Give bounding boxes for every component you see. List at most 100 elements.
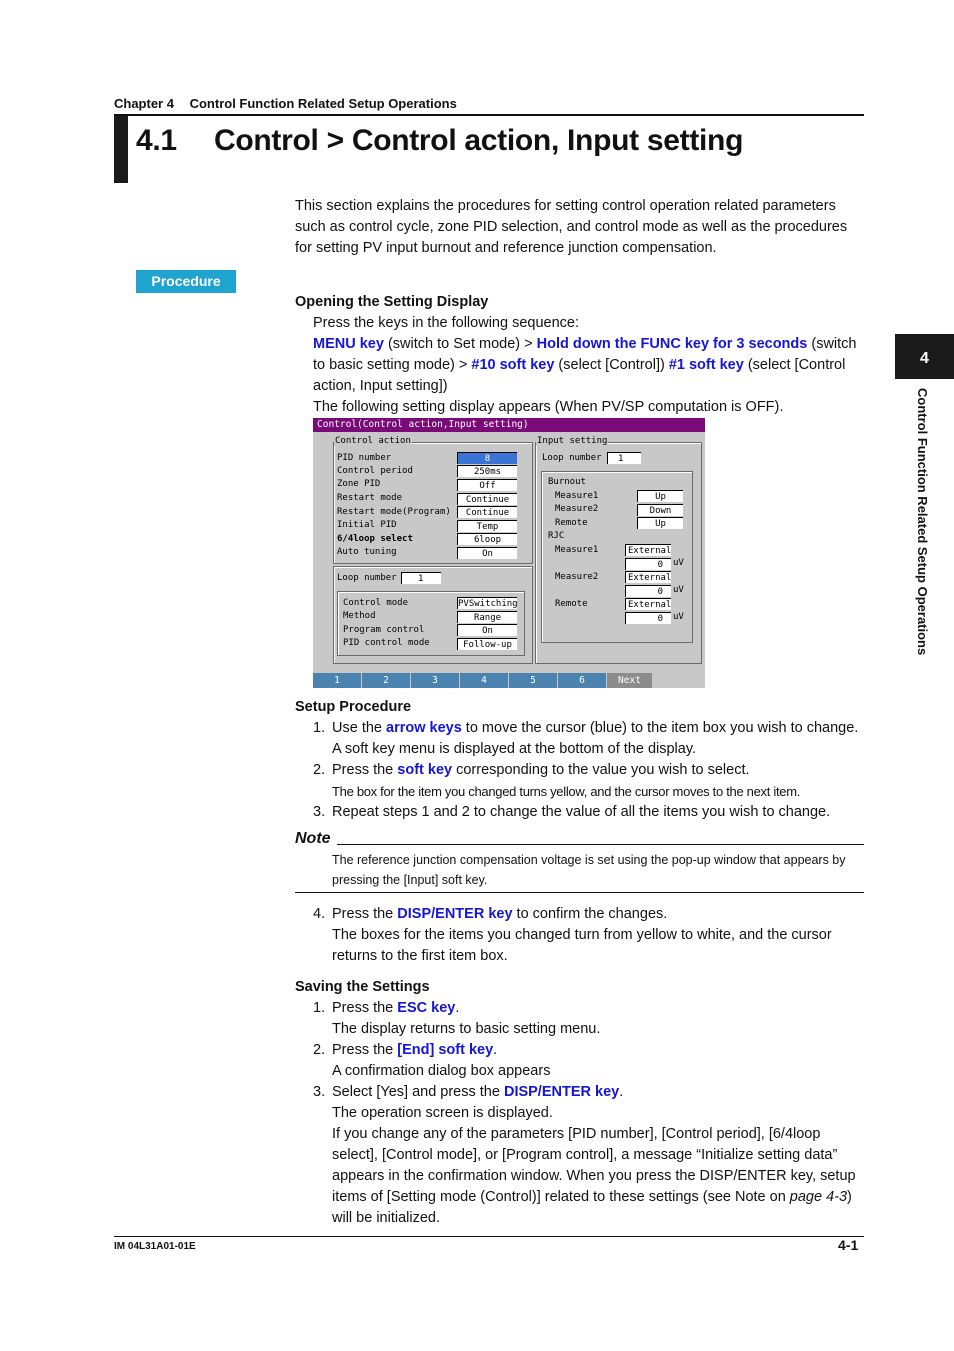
soft-key-4[interactable]: 4: [460, 673, 509, 688]
menu-key-link: MENU key: [313, 336, 384, 352]
burnout-measure1-value[interactable]: Up: [637, 490, 683, 502]
input-setting-label: Input setting: [536, 436, 609, 446]
soft-key-1[interactable]: 1: [313, 673, 362, 688]
loop-number-label: Loop number: [337, 573, 397, 583]
note-text: The reference junction compensation volt…: [332, 853, 846, 887]
program-control-label: Program control: [343, 625, 425, 635]
header-rule: [114, 114, 864, 116]
zone-pid-value[interactable]: Off: [457, 479, 517, 491]
rjc-measure1-value[interactable]: 0: [625, 558, 671, 570]
pid-control-mode-value[interactable]: Follow-up: [457, 638, 517, 650]
saving-step-3: 3. Select [Yes] and press the DISP/ENTER …: [313, 1084, 624, 1100]
procedure-badge: Procedure: [136, 270, 236, 293]
saving-step-3-sub2: If you change any of the parameters [PID…: [332, 1126, 856, 1226]
footer-rule: [114, 1236, 864, 1237]
key-sequence: MENU key (switch to Set mode) > Hold dow…: [313, 336, 857, 394]
burnout-measure1-label: Measure1: [555, 491, 599, 501]
chapter-side-text: Control Function Related Setup Operation…: [915, 388, 930, 656]
burnout-label: Burnout: [548, 477, 586, 487]
opening-line-after: The following setting display appears (W…: [313, 399, 784, 415]
opening-heading: Opening the Setting Display: [295, 294, 489, 310]
soft-key-6[interactable]: 6: [558, 673, 607, 688]
auto-tuning-value[interactable]: On: [457, 547, 517, 559]
restart-mode-program-value[interactable]: Continue: [457, 506, 517, 518]
opening-section: Opening the Setting Display Press the ke…: [295, 292, 865, 418]
rjc-measure2-unit: uV: [673, 585, 684, 595]
saving-step-1-sub: The display returns to basic setting men…: [332, 1021, 601, 1037]
setup-step-4: 4. Press the DISP/ENTER key to confirm th…: [313, 906, 668, 922]
note-bottom-rule: [295, 892, 864, 893]
pid-number-value[interactable]: 8: [457, 452, 517, 464]
step-4-block: 4. Press the DISP/ENTER key to confirm th…: [295, 904, 865, 967]
setup-step-2: 2. Press the soft key corresponding to th…: [313, 762, 750, 778]
loop-select-label: 6/4loop select: [337, 534, 413, 544]
rjc-remote-value[interactable]: 0: [625, 612, 671, 624]
auto-tuning-label: Auto tuning: [337, 547, 397, 557]
page-number: 4-1: [838, 1237, 859, 1253]
burnout-measure2-label: Measure2: [555, 504, 599, 514]
soft-key-1-link: #1 soft key: [668, 357, 744, 373]
esc-key-link: ESC key: [397, 1000, 456, 1016]
control-action-label: Control action: [334, 436, 412, 446]
initial-pid-value[interactable]: Temp: [457, 520, 517, 532]
setup-step-4-sub: The boxes for the items you changed turn…: [332, 927, 832, 964]
func-key-link: Hold down the FUNC key for 3 seconds: [536, 336, 808, 352]
control-period-value[interactable]: 250ms: [457, 465, 517, 477]
soft-key-link: soft key: [397, 762, 453, 778]
note-title: Note: [295, 830, 331, 847]
saving-section: Saving the Settings 1. Press the ESC key.…: [295, 977, 865, 1229]
page-reference-link[interactable]: page 4-3: [790, 1189, 847, 1205]
soft-key-2[interactable]: 2: [362, 673, 411, 688]
saving-step-2-sub: A confirmation dialog box appears: [332, 1063, 551, 1079]
initial-pid-label: Initial PID: [337, 520, 397, 530]
end-soft-key-link: [End] soft key: [397, 1042, 494, 1058]
soft-key-5[interactable]: 5: [509, 673, 558, 688]
zone-pid-label: Zone PID: [337, 479, 381, 489]
method-value[interactable]: Range: [457, 611, 517, 623]
section-number: 4.1: [136, 124, 177, 157]
section-title-bar: [114, 116, 128, 183]
rjc-remote-unit: uV: [673, 612, 684, 622]
pid-number-label: PID number: [337, 453, 392, 463]
soft-key-next[interactable]: Next 1/2: [607, 673, 653, 701]
chapter-title: Control Function Related Setup Operation…: [189, 96, 457, 111]
setup-heading: Setup Procedure: [295, 699, 412, 715]
restart-mode-value[interactable]: Continue: [457, 493, 517, 505]
chapter-header: Chapter 4 Control Function Related Setup…: [114, 96, 457, 111]
rjc-remote-mode[interactable]: External: [625, 598, 671, 610]
soft-key-3[interactable]: 3: [411, 673, 460, 688]
program-control-value[interactable]: On: [457, 624, 517, 636]
disp-enter-key-link: DISP/ENTER key: [397, 906, 513, 922]
disp-enter-key-link-2: DISP/ENTER key: [503, 1084, 620, 1100]
arrow-keys-link: arrow keys: [386, 720, 462, 736]
loop-select-value[interactable]: 6loop: [457, 533, 517, 545]
saving-step-3-sub1: The operation screen is displayed.: [332, 1105, 553, 1121]
chapter-side-tab: 4: [895, 334, 954, 379]
soft-key-bar: 1 2 3 4 5 6 Next 1/2: [313, 673, 705, 701]
setup-step-3: 3. Repeat steps 1 and 2 to change the val…: [313, 804, 831, 820]
input-loop-number-label: Loop number: [542, 453, 602, 463]
saving-step-1: 1. Press the ESC key.: [313, 1000, 460, 1016]
rjc-measure1-mode[interactable]: External: [625, 544, 671, 556]
burnout-remote-value[interactable]: Up: [637, 517, 683, 529]
input-loop-number-value[interactable]: 1: [607, 452, 641, 464]
restart-mode-program-label: Restart mode(Program): [337, 507, 451, 517]
device-screen: Control(Control action,Input setting) Co…: [313, 418, 705, 701]
loop-number-value[interactable]: 1: [401, 572, 441, 584]
control-mode-value[interactable]: PVSwitching: [457, 597, 518, 609]
rjc-measure2-label: Measure2: [555, 572, 599, 582]
rjc-measure2-mode[interactable]: External: [625, 571, 671, 583]
burnout-remote-label: Remote: [555, 518, 588, 528]
rjc-label: RJC: [548, 531, 565, 541]
method-label: Method: [343, 611, 376, 621]
setup-step-1: 1. Use the arrow keys to move the cursor …: [313, 720, 859, 736]
note-top-rule: [337, 844, 864, 845]
pid-control-mode-label: PID control mode: [343, 638, 430, 648]
rjc-measure2-value[interactable]: 0: [625, 585, 671, 597]
chapter-number: Chapter 4: [114, 96, 174, 111]
burnout-measure2-value[interactable]: Down: [637, 504, 683, 516]
saving-step-2: 2. Press the [End] soft key.: [313, 1042, 498, 1058]
rjc-measure1-unit: uV: [673, 558, 684, 568]
intro-paragraph: This section explains the procedures for…: [295, 198, 848, 256]
setup-procedure: Setup Procedure 1. Use the arrow keys to …: [295, 697, 865, 823]
